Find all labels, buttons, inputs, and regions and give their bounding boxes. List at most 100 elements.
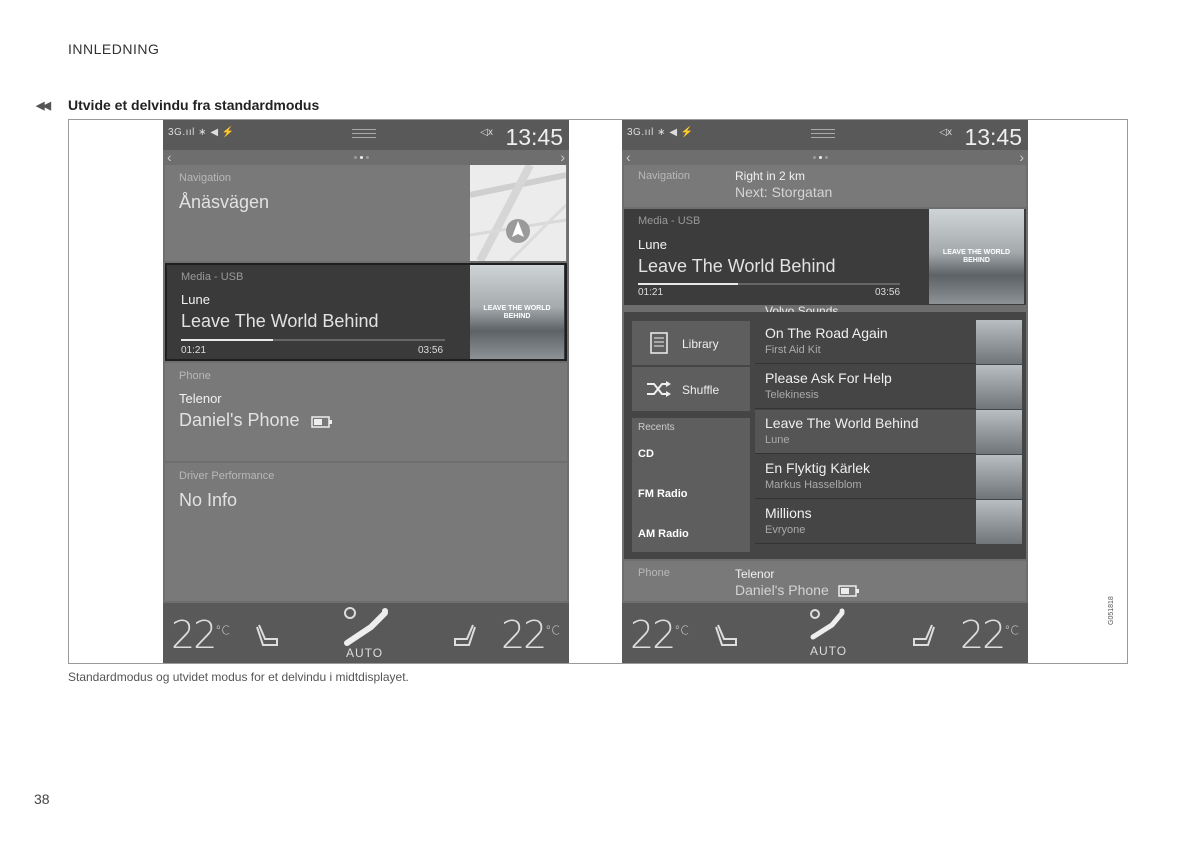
phone-tile[interactable]: Phone Telenor Daniel's Phone — [165, 363, 567, 461]
recent-source-fm-radio[interactable]: FM Radio — [638, 488, 688, 500]
seat-heat-right-icon[interactable] — [451, 623, 477, 647]
temp-right[interactable]: 22°C — [501, 613, 560, 657]
temp-left[interactable]: 22°C — [171, 613, 230, 657]
song-cover — [976, 500, 1022, 544]
climate-bar: 22°C AUTO 22°C — [622, 603, 1028, 663]
status-bar: 3G.ııl ∗ ◀ ⚡ ◁x 13:45 — [622, 120, 1028, 150]
song-artist: Telekinesis — [765, 389, 819, 401]
volume-muted-icon: ◁x — [480, 127, 493, 138]
seat-heat-left-icon[interactable] — [255, 623, 281, 647]
view-switcher: ‹ › — [622, 149, 1028, 165]
map-thumbnail[interactable] — [470, 165, 566, 261]
recent-source-cd[interactable]: CD — [638, 448, 654, 460]
navigation-instruction: Right in 2 km — [735, 169, 806, 183]
phone-tile-label: Phone — [638, 567, 670, 579]
driver-performance-value: No Info — [179, 490, 238, 510]
library-button[interactable]: Library — [632, 321, 750, 365]
library-button-label: Library — [682, 337, 719, 351]
album-art-text: LEAVE THE WORLD BEHIND — [483, 305, 551, 320]
media-tile-expanded[interactable]: Media - USB Lune Leave The World Behind … — [624, 209, 1026, 305]
song-list-item[interactable]: Millions Evryone — [755, 500, 1022, 544]
navigation-tile-collapsed[interactable]: Navigation Right in 2 km Next: Storgatan — [624, 165, 1026, 207]
media-progress-bar[interactable] — [638, 283, 900, 285]
recents-heading: Recents — [638, 422, 675, 433]
shuffle-button[interactable]: Shuffle — [632, 367, 750, 411]
page-number: 38 — [34, 791, 50, 807]
media-duration: 03:56 — [875, 287, 901, 298]
temp-left[interactable]: 22°C — [630, 613, 689, 657]
seat-heat-right-icon[interactable] — [910, 623, 936, 647]
center-display-expanded-mode: 3G.ııl ∗ ◀ ⚡ ◁x 13:45 ‹ › Navigation Rig… — [622, 120, 1028, 663]
status-signal-icons: 3G.ııl ∗ ◀ ⚡ — [627, 127, 694, 138]
media-tile-label: Media - USB — [181, 271, 244, 283]
volume-muted-icon: ◁x — [939, 127, 952, 138]
song-artist: Evryone — [765, 524, 806, 536]
media-elapsed: 01:21 — [638, 287, 664, 298]
chevron-left-icon[interactable]: ‹ — [167, 149, 172, 165]
song-list-item-playing[interactable]: Leave The World Behind Lune — [755, 410, 1022, 454]
chevron-right-icon[interactable]: › — [1019, 149, 1024, 165]
page-indicator — [354, 156, 369, 159]
navigation-next: Next: Storgatan — [735, 184, 833, 200]
song-cover — [976, 365, 1022, 409]
song-title: Leave The World Behind — [765, 415, 919, 431]
media-tile-label: Media - USB — [638, 215, 701, 227]
top-view-handle-icon[interactable] — [352, 129, 376, 138]
page-indicator — [813, 156, 828, 159]
song-artist: First Aid Kit — [765, 344, 821, 356]
phone-carrier: Telenor — [735, 567, 775, 581]
shuffle-icon — [647, 381, 671, 397]
song-title: On The Road Again — [765, 325, 888, 341]
seat-heat-left-icon[interactable] — [714, 623, 740, 647]
song-artist: Markus Hasselblom — [765, 479, 862, 491]
climate-bar: 22°C AUTO 22°C — [163, 603, 569, 663]
double-back-arrow-icon: ◀◀ — [36, 99, 51, 112]
media-artist: Lune — [638, 237, 667, 252]
center-display-standard-mode: 3G.ııl ∗ ◀ ⚡ ◁x 13:45 ‹ › Navigation Ånä… — [163, 120, 569, 663]
chevron-left-icon[interactable]: ‹ — [626, 149, 631, 165]
recents-panel: Recents CD FM Radio AM Radio — [632, 418, 750, 552]
song-title: Please Ask For Help — [765, 370, 892, 386]
album-art-text: LEAVE THE WORLD BEHIND — [942, 249, 1011, 264]
navigation-tile[interactable]: Navigation Ånäsvägen — [165, 165, 567, 261]
fan-airflow-icon[interactable] — [341, 605, 393, 647]
song-list-item[interactable]: On The Road Again First Aid Kit — [755, 320, 1022, 364]
driver-performance-tile[interactable]: Driver Performance No Info — [165, 463, 567, 601]
song-cover — [976, 410, 1022, 454]
navigation-tile-label: Navigation — [179, 172, 231, 184]
phone-tile-collapsed[interactable]: Phone Telenor Daniel's Phone — [624, 561, 1026, 601]
status-signal-icons: 3G.ııl ∗ ◀ ⚡ — [168, 127, 235, 138]
song-list-item[interactable]: En Flyktig Kärlek Markus Hasselblom — [755, 455, 1022, 499]
status-clock: 13:45 — [505, 124, 563, 150]
recent-source-am-radio[interactable]: AM Radio — [638, 528, 689, 540]
media-progress-bar[interactable] — [181, 339, 445, 341]
status-bar: 3G.ııl ∗ ◀ ⚡ ◁x 13:45 — [163, 120, 569, 150]
media-track: Leave The World Behind — [638, 256, 836, 276]
media-artist: Lune — [181, 292, 210, 307]
figure-reference-code: G051818 — [1108, 596, 1115, 625]
top-view-handle-icon[interactable] — [811, 129, 835, 138]
album-art: LEAVE THE WORLD BEHIND — [470, 265, 564, 359]
page-header-section: INNLEDNING — [68, 41, 160, 57]
media-duration: 03:56 — [418, 345, 444, 356]
media-tile[interactable]: Media - USB Lune Leave The World Behind … — [165, 263, 567, 361]
song-artist: Lune — [765, 434, 790, 446]
fan-airflow-icon[interactable] — [808, 607, 848, 641]
song-title: Millions — [765, 505, 812, 521]
figure-caption: Standardmodus og utvidet modus for et de… — [68, 670, 409, 684]
song-list-item[interactable]: Please Ask For Help Telekinesis — [755, 365, 1022, 409]
chevron-right-icon[interactable]: › — [560, 149, 565, 165]
media-track: Leave The World Behind — [181, 311, 379, 331]
media-progress-fill — [181, 339, 274, 341]
navigation-tile-label: Navigation — [638, 170, 690, 182]
library-icon — [650, 332, 668, 354]
media-elapsed: 01:21 — [181, 345, 207, 356]
phone-tile-label: Phone — [179, 370, 211, 382]
phone-carrier: Telenor — [179, 391, 222, 406]
temp-right[interactable]: 22°C — [960, 613, 1019, 657]
battery-icon — [311, 416, 332, 428]
album-art: LEAVE THE WORLD BEHIND — [929, 209, 1024, 304]
battery-icon — [838, 585, 859, 597]
view-switcher: ‹ › — [163, 149, 569, 165]
shuffle-button-label: Shuffle — [682, 383, 720, 397]
